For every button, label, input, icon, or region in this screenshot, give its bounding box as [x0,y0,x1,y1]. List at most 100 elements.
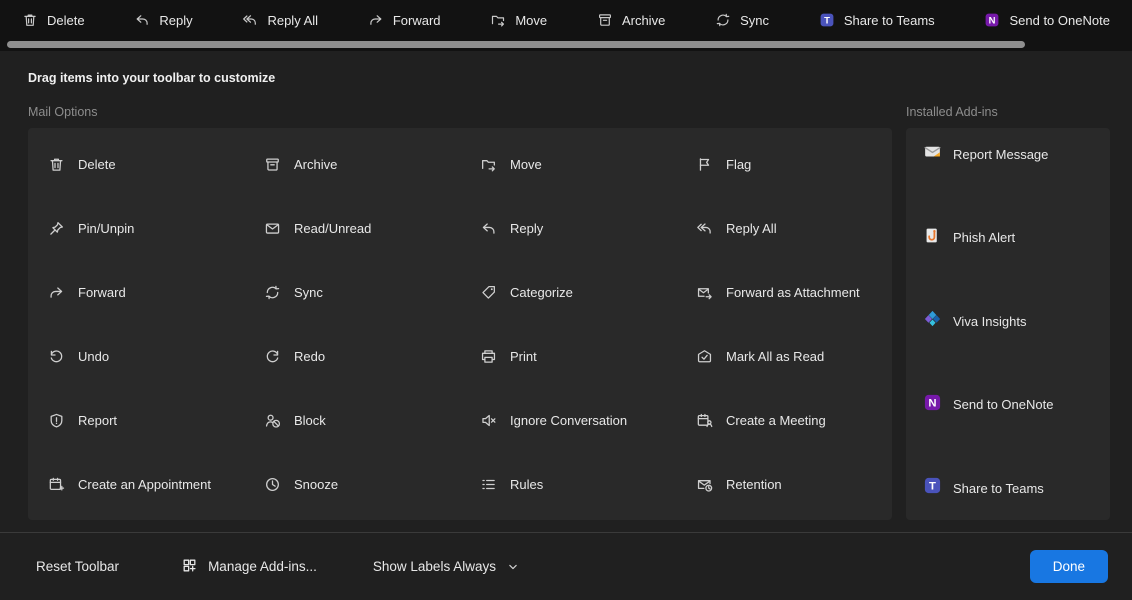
reset-toolbar-button[interactable]: Reset Toolbar [36,559,119,574]
mail-option-item[interactable]: Archive [244,132,460,196]
mail-option-item[interactable]: Reply [460,196,676,260]
addin-item[interactable]: Share to Teams [906,476,1110,500]
reply-icon [480,220,497,237]
mail-option-item[interactable]: Undo [28,324,244,388]
toolbar-item[interactable]: Archive [597,12,665,28]
toolbar-customization-dialog: Delete Reply Reply All Forward Move Arch… [0,0,1132,600]
toolbar-item-label: Delete [47,12,85,28]
drag-hint-text: Drag items into your toolbar to customiz… [28,71,276,85]
mail-option-item[interactable]: Pin/Unpin [28,196,244,260]
addin-item[interactable]: Phish Alert [906,226,1110,250]
reply-all-icon [242,12,258,28]
mail-option-item[interactable]: Mark All as Read [676,324,892,388]
mail-option-item[interactable]: Ignore Conversation [460,388,676,452]
block-icon [264,412,281,429]
mail-option-item[interactable]: Block [244,388,460,452]
mail-option-item[interactable]: Create an Appointment [28,452,244,516]
mail-option-label: Ignore Conversation [510,412,628,428]
mail-option-item[interactable]: Forward [28,260,244,324]
mail-options-title: Mail Options [28,105,98,119]
mail-option-item[interactable]: Redo [244,324,460,388]
mail-option-label: Block [294,412,326,428]
meeting-icon [696,412,713,429]
categorize-icon [480,284,497,301]
dialog-content: Drag items into your toolbar to customiz… [0,51,1132,532]
mail-option-item[interactable]: Flag [676,132,892,196]
mail-option-item[interactable]: Snooze [244,452,460,516]
toolbar-item[interactable]: Forward [368,12,441,28]
forward-icon [48,284,65,301]
addins-list: Report Message Phish Alert Viva Insights [906,128,1110,520]
mail-option-label: Retention [726,476,782,492]
addin-item[interactable]: Send to OneNote [906,393,1110,417]
toolbar-item[interactable]: Send to OneNote [984,12,1110,28]
manage-addins-button[interactable]: Manage Add-ins... [181,557,317,577]
toolbar-item-label: Archive [621,12,666,28]
mail-option-label: Print [510,348,537,364]
mail-option-item[interactable]: Report [28,388,244,452]
fwd-attach-icon [696,284,713,301]
horizontal-scrollbar-thumb[interactable] [7,41,1025,48]
mail-option-label: Sync [294,284,323,300]
toolbar-item[interactable]: Share to Teams [819,12,935,28]
toolbar-item-label: Sync [740,12,770,28]
addin-label: Send to OneNote [953,397,1054,412]
mail-option-label: Delete [78,156,116,172]
mail-option-label: Read/Unread [294,220,372,236]
done-button[interactable]: Done [1029,550,1108,583]
toolbar-item[interactable]: Move [490,12,547,28]
trash-icon [22,12,38,28]
mail-option-label: Redo [294,348,326,364]
addin-label: Viva Insights [953,313,1027,329]
addin-item[interactable]: Viva Insights [906,309,1110,333]
toolbar-item-label: Move [515,12,548,28]
ignore-icon [480,412,497,429]
move-icon [490,12,506,28]
chevron-down-icon [509,564,517,569]
show-labels-dropdown[interactable]: Show Labels Always [373,559,520,574]
mail-option-label: Snooze [294,476,339,492]
archive-icon [597,12,613,28]
mail-option-item[interactable]: Print [460,324,676,388]
sync-icon [264,284,281,301]
readunread-icon [264,220,281,237]
print-icon [480,348,497,365]
toolbar-item-label: Forward [392,12,441,28]
mail-option-item[interactable]: Retention [676,452,892,516]
mail-option-label: Archive [294,156,338,172]
addin-label: Phish Alert [953,230,1016,245]
toolbar-item[interactable]: Sync [715,12,769,28]
mail-option-item[interactable]: Categorize [460,260,676,324]
addin-reportmsg-icon [923,142,942,166]
toolbar-item[interactable]: Reply All [242,12,318,28]
toolbar: Delete Reply Reply All Forward Move Arch… [0,0,1132,40]
manage-addins-label: Manage Add-ins... [208,559,317,574]
mail-option-label: Categorize [510,284,573,300]
addin-item[interactable]: Report Message [906,142,1110,166]
mail-option-item[interactable]: Read/Unread [244,196,460,260]
mail-option-item[interactable]: Forward as Attachment [676,260,892,324]
toolbar-item-label: Send to OneNote [1009,12,1110,28]
toolbar-item-label: Share to Teams [843,12,935,28]
redo-icon [264,348,281,365]
addins-section: Installed Add-ins Report Message Phish A… [906,105,1110,520]
mail-option-label: Create an Appointment [78,476,211,492]
mail-option-item[interactable]: Create a Meeting [676,388,892,452]
show-labels-label: Show Labels Always [372,559,496,574]
retention-icon [696,476,713,493]
reply-icon [134,12,150,28]
mail-option-item[interactable]: Reply All [676,196,892,260]
toolbar-item[interactable]: Delete [22,12,85,28]
mail-option-item[interactable]: Rules [460,452,676,516]
toolbar-item[interactable]: Reply [134,12,193,28]
mail-option-label: Move [510,156,542,172]
onenote-icon [923,393,942,417]
mail-option-label: Create a Meeting [726,412,826,428]
reset-toolbar-label: Reset Toolbar [36,559,120,574]
mail-option-item[interactable]: Move [460,132,676,196]
addin-phish-icon [923,226,942,250]
mail-option-item[interactable]: Delete [28,132,244,196]
forward-icon [368,12,384,28]
mail-option-item[interactable]: Sync [244,260,460,324]
horizontal-scrollbar [0,40,1132,51]
